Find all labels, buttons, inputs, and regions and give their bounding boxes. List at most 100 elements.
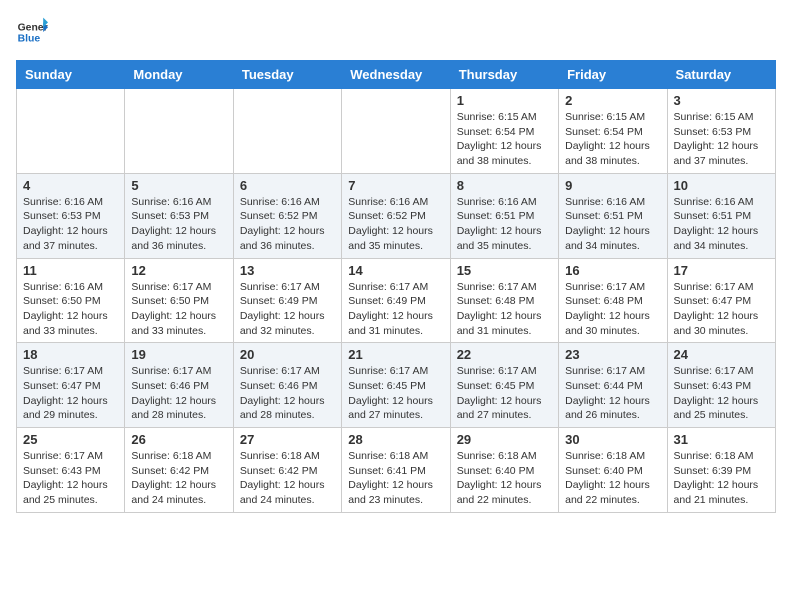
day-info: Sunrise: 6:16 AMSunset: 6:53 PMDaylight:…: [23, 195, 118, 254]
day-info: Sunrise: 6:17 AMSunset: 6:49 PMDaylight:…: [348, 280, 443, 339]
day-info: Sunrise: 6:15 AMSunset: 6:54 PMDaylight:…: [565, 110, 660, 169]
calendar-cell: 20 Sunrise: 6:17 AMSunset: 6:46 PMDayligh…: [233, 343, 341, 428]
header: General Blue: [16, 16, 776, 48]
calendar-cell: 24 Sunrise: 6:17 AMSunset: 6:43 PMDayligh…: [667, 343, 775, 428]
calendar-cell: 6 Sunrise: 6:16 AMSunset: 6:52 PMDaylight…: [233, 173, 341, 258]
calendar-cell: [17, 89, 125, 174]
day-info: Sunrise: 6:18 AMSunset: 6:41 PMDaylight:…: [348, 449, 443, 508]
calendar-cell: 13Sunrise: 6:17 AMSunset: 6:49 PMDayligh…: [233, 258, 341, 343]
calendar-cell: 19 Sunrise: 6:17 AMSunset: 6:46 PMDayligh…: [125, 343, 233, 428]
day-info: Sunrise: 6:16 AMSunset: 6:51 PMDaylight:…: [674, 195, 769, 254]
calendar-cell: 3 Sunrise: 6:15 AMSunset: 6:53 PMDaylight…: [667, 89, 775, 174]
calendar-cell: 11 Sunrise: 6:16 AMSunset: 6:50 PMDayligh…: [17, 258, 125, 343]
calendar-cell: [233, 89, 341, 174]
day-number: 25: [23, 432, 118, 447]
calendar-cell: 2 Sunrise: 6:15 AMSunset: 6:54 PMDaylight…: [559, 89, 667, 174]
day-number: 21: [348, 347, 443, 362]
day-number: 29: [457, 432, 552, 447]
calendar-cell: 30 Sunrise: 6:18 AMSunset: 6:40 PMDayligh…: [559, 428, 667, 513]
day-info: Sunrise: 6:17 AMSunset: 6:43 PMDaylight:…: [674, 364, 769, 423]
day-number: 24: [674, 347, 769, 362]
weekday-header: Friday: [559, 61, 667, 89]
svg-text:Blue: Blue: [18, 34, 41, 45]
calendar-cell: [342, 89, 450, 174]
day-number: 12: [131, 263, 226, 278]
day-number: 16: [565, 263, 660, 278]
day-number: 11: [23, 263, 118, 278]
day-number: 23: [565, 347, 660, 362]
day-number: 4: [23, 178, 118, 193]
calendar-cell: 29 Sunrise: 6:18 AMSunset: 6:40 PMDayligh…: [450, 428, 558, 513]
day-info: Sunrise: 6:17 AMSunset: 6:50 PMDaylight:…: [131, 280, 226, 339]
calendar-cell: 8Sunrise: 6:16 AMSunset: 6:51 PMDaylight…: [450, 173, 558, 258]
logo-icon: General Blue: [16, 16, 48, 48]
day-number: 30: [565, 432, 660, 447]
calendar-cell: 27 Sunrise: 6:18 AMSunset: 6:42 PMDayligh…: [233, 428, 341, 513]
calendar-cell: 18 Sunrise: 6:17 AMSunset: 6:47 PMDayligh…: [17, 343, 125, 428]
calendar-cell: 7Sunrise: 6:16 AMSunset: 6:52 PMDaylight…: [342, 173, 450, 258]
day-info: Sunrise: 6:18 AMSunset: 6:42 PMDaylight:…: [131, 449, 226, 508]
day-info: Sunrise: 6:17 AMSunset: 6:44 PMDaylight:…: [565, 364, 660, 423]
calendar-cell: 14 Sunrise: 6:17 AMSunset: 6:49 PMDayligh…: [342, 258, 450, 343]
day-info: Sunrise: 6:15 AMSunset: 6:54 PMDaylight:…: [457, 110, 552, 169]
calendar-cell: 26 Sunrise: 6:18 AMSunset: 6:42 PMDayligh…: [125, 428, 233, 513]
day-number: 15: [457, 263, 552, 278]
day-number: 13: [240, 263, 335, 278]
day-number: 27: [240, 432, 335, 447]
day-number: 22: [457, 347, 552, 362]
day-number: 10: [674, 178, 769, 193]
calendar-header-row: SundayMondayTuesdayWednesdayThursdayFrid…: [17, 61, 776, 89]
day-info: Sunrise: 6:18 AMSunset: 6:39 PMDaylight:…: [674, 449, 769, 508]
calendar-cell: 22 Sunrise: 6:17 AMSunset: 6:45 PMDayligh…: [450, 343, 558, 428]
day-number: 1: [457, 93, 552, 108]
calendar-cell: 15 Sunrise: 6:17 AMSunset: 6:48 PMDayligh…: [450, 258, 558, 343]
calendar-cell: 5Sunrise: 6:16 AMSunset: 6:53 PMDaylight…: [125, 173, 233, 258]
day-info: Sunrise: 6:17 AMSunset: 6:43 PMDaylight:…: [23, 449, 118, 508]
calendar-cell: 10 Sunrise: 6:16 AMSunset: 6:51 PMDayligh…: [667, 173, 775, 258]
calendar-cell: [125, 89, 233, 174]
logo: General Blue: [16, 16, 48, 48]
day-number: 28: [348, 432, 443, 447]
calendar-table: SundayMondayTuesdayWednesdayThursdayFrid…: [16, 60, 776, 513]
calendar-cell: 4 Sunrise: 6:16 AMSunset: 6:53 PMDaylight…: [17, 173, 125, 258]
weekday-header: Sunday: [17, 61, 125, 89]
day-info: Sunrise: 6:17 AMSunset: 6:47 PMDaylight:…: [23, 364, 118, 423]
day-number: 19: [131, 347, 226, 362]
weekday-header: Monday: [125, 61, 233, 89]
day-number: 2: [565, 93, 660, 108]
day-info: Sunrise: 6:15 AMSunset: 6:53 PMDaylight:…: [674, 110, 769, 169]
day-info: Sunrise: 6:18 AMSunset: 6:40 PMDaylight:…: [457, 449, 552, 508]
day-info: Sunrise: 6:16 AMSunset: 6:52 PMDaylight:…: [240, 195, 335, 254]
day-info: Sunrise: 6:17 AMSunset: 6:46 PMDaylight:…: [240, 364, 335, 423]
calendar-week-row: 11 Sunrise: 6:16 AMSunset: 6:50 PMDayligh…: [17, 258, 776, 343]
day-info: Sunrise: 6:16 AMSunset: 6:52 PMDaylight:…: [348, 195, 443, 254]
day-number: 17: [674, 263, 769, 278]
calendar-cell: 25 Sunrise: 6:17 AMSunset: 6:43 PMDayligh…: [17, 428, 125, 513]
calendar-week-row: 18 Sunrise: 6:17 AMSunset: 6:47 PMDayligh…: [17, 343, 776, 428]
day-info: Sunrise: 6:17 AMSunset: 6:48 PMDaylight:…: [565, 280, 660, 339]
day-info: Sunrise: 6:18 AMSunset: 6:40 PMDaylight:…: [565, 449, 660, 508]
day-number: 20: [240, 347, 335, 362]
day-info: Sunrise: 6:17 AMSunset: 6:48 PMDaylight:…: [457, 280, 552, 339]
day-number: 3: [674, 93, 769, 108]
weekday-header: Wednesday: [342, 61, 450, 89]
day-info: Sunrise: 6:17 AMSunset: 6:46 PMDaylight:…: [131, 364, 226, 423]
calendar-cell: 23 Sunrise: 6:17 AMSunset: 6:44 PMDayligh…: [559, 343, 667, 428]
weekday-header: Tuesday: [233, 61, 341, 89]
day-info: Sunrise: 6:17 AMSunset: 6:45 PMDaylight:…: [457, 364, 552, 423]
calendar-cell: 16 Sunrise: 6:17 AMSunset: 6:48 PMDayligh…: [559, 258, 667, 343]
weekday-header: Saturday: [667, 61, 775, 89]
day-number: 26: [131, 432, 226, 447]
day-number: 14: [348, 263, 443, 278]
day-number: 18: [23, 347, 118, 362]
day-number: 5: [131, 178, 226, 193]
day-info: Sunrise: 6:18 AMSunset: 6:42 PMDaylight:…: [240, 449, 335, 508]
day-number: 31: [674, 432, 769, 447]
day-info: Sunrise: 6:16 AMSunset: 6:51 PMDaylight:…: [457, 195, 552, 254]
day-info: Sunrise: 6:16 AMSunset: 6:50 PMDaylight:…: [23, 280, 118, 339]
day-number: 6: [240, 178, 335, 193]
day-info: Sunrise: 6:17 AMSunset: 6:47 PMDaylight:…: [674, 280, 769, 339]
calendar-cell: 12 Sunrise: 6:17 AMSunset: 6:50 PMDayligh…: [125, 258, 233, 343]
calendar-cell: 28 Sunrise: 6:18 AMSunset: 6:41 PMDayligh…: [342, 428, 450, 513]
calendar-week-row: 4 Sunrise: 6:16 AMSunset: 6:53 PMDaylight…: [17, 173, 776, 258]
